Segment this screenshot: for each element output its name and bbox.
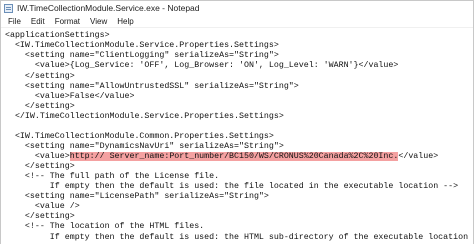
menu-view[interactable]: View [85,15,112,28]
menu-file[interactable]: File [1,15,26,28]
text-line: <value>{Log_Service: 'OFF', Log_Browser:… [5,61,399,70]
menu-help[interactable]: Help [112,15,138,28]
text-editor[interactable]: <applicationSettings> <IW.TimeCollection… [1,29,473,244]
menu-format[interactable]: Format [50,15,85,28]
text-line: If empty then the default is used: the H… [5,233,473,242]
notepad-icon [4,3,13,13]
notepad-window: IW.TimeCollectionModule.Service.exe - No… [0,0,474,244]
value-close-tag: </value> [398,152,439,161]
highlighted-uri[interactable]: http:// Server_name:Port_number/BC150/WS… [69,152,399,161]
window-title: IW.TimeCollectionModule.Service.exe - No… [17,3,200,13]
menu-bar: File Edit Format View Help [1,15,473,28]
text-line: </IW.TimeCollectionModule.Service.Proper… [5,112,284,121]
menu-edit[interactable]: Edit [26,15,50,28]
title-bar[interactable]: IW.TimeCollectionModule.Service.exe - No… [1,1,473,15]
text-line: <!-- The location of the HTML files. [5,222,205,231]
value-open-tag: <value> [5,152,70,161]
